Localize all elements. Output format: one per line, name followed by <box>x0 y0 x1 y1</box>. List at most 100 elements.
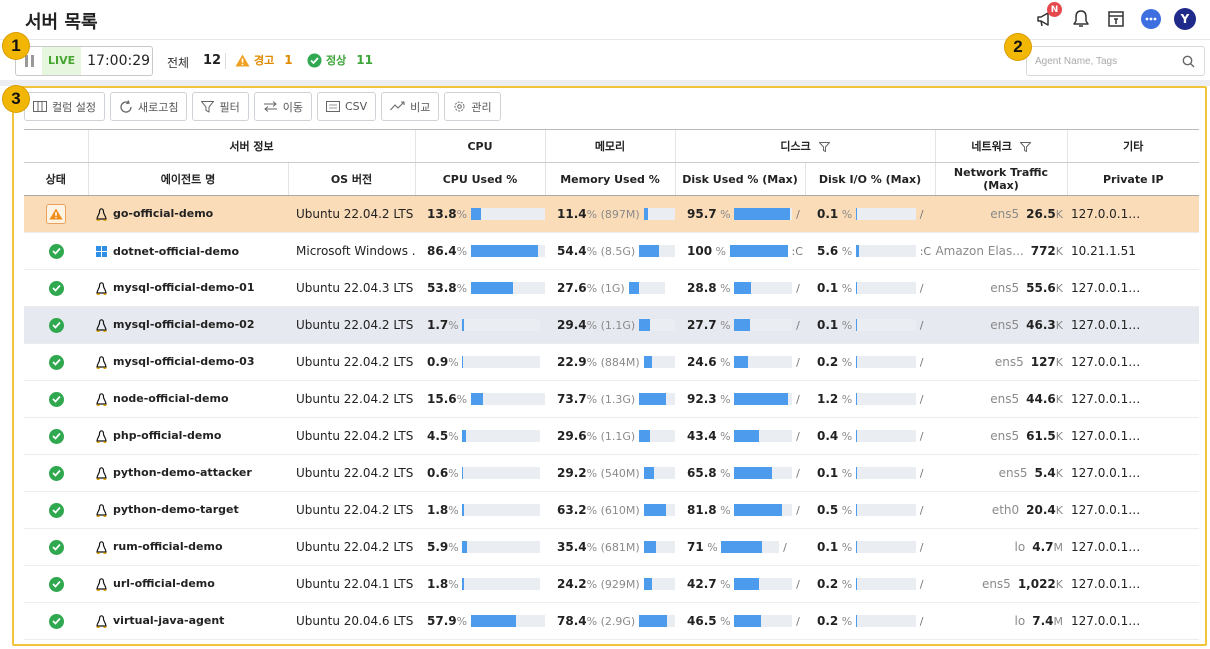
unit-pct: % <box>716 392 735 406</box>
filter-icon[interactable] <box>1019 142 1032 153</box>
agent-name: mysql-official-demo-02 <box>113 318 255 332</box>
agent-name-cell[interactable]: php-official-demo <box>88 417 288 455</box>
agent-name-cell[interactable]: mysql-official-demo-03 <box>88 343 288 381</box>
col-cpu[interactable]: CPU Used % <box>414 162 545 196</box>
group-header-row: 서버 정보 CPU 메모리 디스크 네트워크 기타 <box>24 129 1199 163</box>
avatar[interactable]: Y <box>1174 8 1196 30</box>
col-status[interactable]: 상태 <box>24 162 88 196</box>
agent-name-cell[interactable]: python-demo-target <box>88 491 288 529</box>
toolbar: 컬럼 설정 새로고침 필터 이동 CSV 비교 관리 <box>24 92 501 121</box>
megaphone-icon[interactable]: N <box>1034 2 1062 31</box>
manage-button[interactable]: 관리 <box>444 92 501 121</box>
warning-count: 1 <box>284 53 293 67</box>
check-circle-icon <box>48 391 64 407</box>
refresh-button[interactable]: 새로고침 <box>109 92 188 121</box>
group-network-label: 네트워크 <box>971 140 1012 153</box>
os-cell: Ubuntu 22.04.2 LTS <box>288 417 415 455</box>
table-row[interactable]: python-demo-target Ubuntu 22.04.2 LTS 1.8%… <box>24 491 1199 529</box>
unit-pct: % <box>716 429 735 443</box>
usage-bar <box>643 467 675 479</box>
col-private-ip[interactable]: Private IP <box>1066 162 1199 196</box>
usage-bar-fill <box>639 393 666 405</box>
os-cell: Ubuntu 22.04.1 LTS <box>288 565 415 603</box>
agent-name-cell[interactable]: mysql-official-demo-01 <box>88 269 288 307</box>
table-row[interactable]: rum-official-demo Ubuntu 22.04.2 LTS 5.9% … <box>24 528 1199 566</box>
table-row[interactable]: dotnet-official-demo Microsoft Windows ..… <box>24 232 1199 270</box>
disk-used-value: 92.3 <box>687 392 717 406</box>
cpu-value: 4.5 <box>427 429 449 443</box>
usage-bar <box>462 578 541 590</box>
unit-pct: % <box>586 577 601 591</box>
agent-name-cell[interactable]: node-official-demo <box>88 380 288 418</box>
col-memory[interactable]: Memory Used % <box>544 162 675 196</box>
agent-name: mysql-official-demo-03 <box>113 355 255 369</box>
table-row[interactable]: node-official-demo Ubuntu 22.04.2 LTS 15.6… <box>24 380 1199 418</box>
compare-button[interactable]: 비교 <box>381 92 440 121</box>
network-interface: ens5 <box>990 429 1020 443</box>
table-row[interactable]: go-official-demo Ubuntu 22.04.2 LTS 13.8% … <box>24 195 1199 233</box>
check-circle-icon <box>48 613 64 629</box>
column-settings-button[interactable]: 컬럼 설정 <box>24 92 105 121</box>
unit-pct: % <box>838 466 856 480</box>
warning-icon <box>235 54 250 66</box>
disk-io-cell: 0.1 % / <box>805 306 935 344</box>
table-row[interactable]: mysql-official-demo-02 Ubuntu 22.04.2 LTS… <box>24 306 1199 344</box>
memory-size: (540M) <box>600 466 640 480</box>
move-button[interactable]: 이동 <box>253 92 312 121</box>
memory-cell: 29.4% (1.1G) <box>545 306 675 344</box>
disk-io-value: 0.2 <box>817 614 839 628</box>
status-cell <box>24 491 88 529</box>
private-ip-cell: 127.0.0.1… <box>1067 565 1199 603</box>
usage-bar <box>643 504 675 516</box>
filter-button[interactable]: 필터 <box>192 92 249 121</box>
usage-bar-fill <box>470 208 482 220</box>
disk-io-cell: 0.1 % / <box>805 269 935 307</box>
agent-name-cell[interactable]: rum-official-demo <box>88 528 288 566</box>
unit-pct: % <box>456 392 471 406</box>
normal-filter[interactable]: 정상 11 <box>307 52 373 68</box>
linux-icon <box>96 207 107 221</box>
unit-pct: % <box>712 244 730 258</box>
col-network[interactable]: Network Traffic (Max) <box>934 162 1067 196</box>
agent-name-cell[interactable]: go-official-demo <box>88 195 288 233</box>
unit-pct: % <box>716 466 735 480</box>
usage-bar-fill <box>734 467 773 479</box>
table-row[interactable]: virtual-java-agent Ubuntu 20.04.6 LTS 57.9… <box>24 602 1199 640</box>
memory-size: (8.5G) <box>600 244 636 258</box>
warning-filter[interactable]: 경고 1 <box>235 52 293 68</box>
table-row[interactable]: php-official-demo Ubuntu 22.04.2 LTS 4.5% … <box>24 417 1199 455</box>
agent-name-cell[interactable]: python-demo-attacker <box>88 454 288 492</box>
cpu-cell: 57.9% <box>415 602 545 640</box>
table-row[interactable]: url-official-demo Ubuntu 22.04.1 LTS 1.8% … <box>24 565 1199 603</box>
usage-bar <box>734 356 793 368</box>
table-row[interactable]: python-demo-attacker Ubuntu 22.04.2 LTS 0.… <box>24 454 1199 492</box>
search-input[interactable] <box>1035 55 1175 67</box>
bell-icon[interactable] <box>1069 7 1093 31</box>
col-disk-io[interactable]: Disk I/O % (Max) <box>804 162 935 196</box>
group-disk[interactable]: 디스크 <box>674 129 935 163</box>
network-value: 46.3 <box>1026 318 1056 332</box>
col-disk-used[interactable]: Disk Used % (Max) <box>674 162 805 196</box>
chat-icon[interactable] <box>1139 7 1163 31</box>
memory-size: (1.3G) <box>600 392 636 406</box>
table-row[interactable]: mysql-official-demo-03 Ubuntu 22.04.2 LTS… <box>24 343 1199 381</box>
group-network[interactable]: 네트워크 <box>934 129 1067 163</box>
gear-icon <box>454 101 465 112</box>
col-agent-name[interactable]: 에이전트 명 <box>87 162 288 196</box>
usage-bar-fill <box>734 504 782 516</box>
col-os[interactable]: OS 버전 <box>287 162 415 196</box>
agent-name-cell[interactable]: mysql-official-demo-02 <box>88 306 288 344</box>
filter-icon[interactable] <box>817 142 831 153</box>
disk-io-cell: 0.1 % / <box>805 454 935 492</box>
agent-name-cell[interactable]: dotnet-official-demo <box>88 232 288 270</box>
usage-bar <box>855 467 916 479</box>
table-row[interactable]: mysql-official-demo-01 Ubuntu 22.04.3 LTS… <box>24 269 1199 307</box>
csv-button[interactable]: CSV <box>316 92 377 121</box>
agent-name-cell[interactable]: url-official-demo <box>88 565 288 603</box>
agent-name-cell[interactable]: virtual-java-agent <box>88 602 288 640</box>
calendar-icon[interactable] <box>1104 7 1128 31</box>
linux-icon <box>96 577 107 591</box>
private-ip-cell: 127.0.0.1… <box>1067 343 1199 381</box>
search-icon[interactable] <box>1182 55 1195 68</box>
filter-icon <box>201 100 215 113</box>
